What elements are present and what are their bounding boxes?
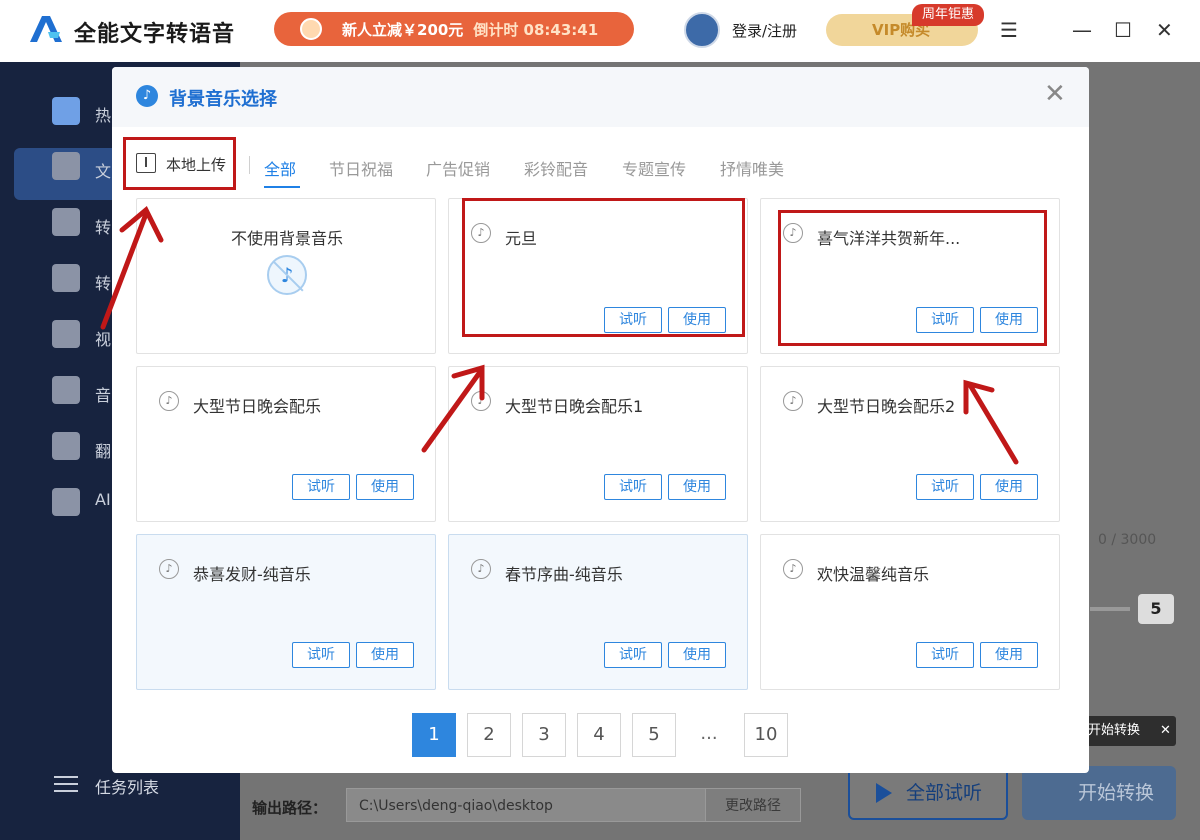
page-button[interactable]: 5 bbox=[632, 713, 676, 757]
app-titlebar: 全能文字转语音 新人立减￥200元 倒计时 08:43:41 登录/注册 VIP… bbox=[0, 0, 1200, 62]
sidebar-icon-ai[interactable] bbox=[52, 488, 80, 516]
dialog-header: ♪ 背景音乐选择 ✕ bbox=[112, 67, 1089, 127]
login-link[interactable]: 登录/注册 bbox=[732, 20, 797, 41]
tab-divider bbox=[249, 156, 250, 174]
annotation-box bbox=[462, 198, 745, 337]
change-path-button[interactable]: 更改路径 bbox=[705, 788, 801, 822]
use-button[interactable]: 使用 bbox=[356, 474, 414, 500]
task-list-icon bbox=[54, 776, 78, 792]
close-icon[interactable]: ✕ bbox=[1044, 79, 1066, 109]
sidebar-icon-video[interactable] bbox=[52, 320, 80, 348]
output-path-field[interactable]: C:\Users\deng-qiao\desktop bbox=[346, 788, 706, 822]
speed-slider[interactable] bbox=[1090, 607, 1130, 611]
tooltip-text: 开始转换 bbox=[1088, 723, 1141, 738]
sidebar-item-label[interactable]: AI bbox=[95, 490, 111, 509]
page-ellipsis: ... bbox=[700, 723, 718, 744]
tooltip-close-icon[interactable]: ✕ bbox=[1160, 716, 1171, 746]
tab-ringtone[interactable]: 彩铃配音 bbox=[524, 156, 588, 180]
annotation-box bbox=[123, 137, 236, 190]
no-music-icon: ♪ bbox=[267, 255, 307, 295]
sidebar-icon-translate[interactable] bbox=[52, 432, 80, 460]
music-note-icon: ♪ bbox=[471, 391, 491, 411]
preview-button[interactable]: 试听 bbox=[604, 642, 662, 668]
preview-all-label: 全部试听 bbox=[906, 782, 983, 804]
music-title: 春节序曲-纯音乐 bbox=[505, 565, 623, 584]
use-button[interactable]: 使用 bbox=[980, 474, 1038, 500]
sidebar-icon-audio[interactable] bbox=[52, 376, 80, 404]
sidebar-item-label[interactable]: 转 bbox=[95, 214, 111, 238]
app-name: 全能文字转语音 bbox=[74, 22, 236, 47]
preview-button[interactable]: 试听 bbox=[604, 474, 662, 500]
preview-button[interactable]: 试听 bbox=[916, 474, 974, 500]
page-button[interactable]: 10 bbox=[744, 713, 788, 757]
alarm-clock-icon bbox=[300, 18, 322, 40]
use-button[interactable]: 使用 bbox=[668, 642, 726, 668]
use-button[interactable]: 使用 bbox=[668, 474, 726, 500]
promo-text: 新人立减￥200元 bbox=[342, 20, 464, 39]
maximize-icon[interactable]: ☐ bbox=[1114, 18, 1132, 42]
sidebar-item-label[interactable]: 转 bbox=[95, 270, 111, 294]
no-music-card[interactable]: 不使用背景音乐 ♪ bbox=[136, 198, 436, 354]
start-convert-button[interactable]: 开始转换 bbox=[1022, 766, 1176, 820]
start-convert-label: 开始转换 bbox=[1078, 782, 1155, 804]
page-button[interactable]: 1 bbox=[412, 713, 456, 757]
char-counter: 0 / 3000 bbox=[1098, 532, 1157, 548]
background-music-dialog: ♪ 背景音乐选择 ✕ 本地上传 全部 节日祝福 广告促销 彩铃配音 专题宣传 抒… bbox=[112, 67, 1089, 773]
play-icon bbox=[876, 783, 892, 803]
user-avatar[interactable] bbox=[684, 12, 720, 48]
music-title: 欢快温馨纯音乐 bbox=[817, 565, 930, 584]
sidebar-icon-convert[interactable] bbox=[52, 208, 80, 236]
sidebar-item-label[interactable]: 文 bbox=[95, 158, 111, 182]
sidebar-icon-text[interactable] bbox=[52, 152, 80, 180]
menu-icon[interactable]: ☰ bbox=[1000, 18, 1018, 42]
sidebar-item-label[interactable]: 翻 bbox=[95, 438, 111, 462]
music-note-icon: ♪ bbox=[471, 559, 491, 579]
music-title: 大型节日晚会配乐1 bbox=[505, 397, 644, 416]
music-note-icon: ♪ bbox=[783, 559, 803, 579]
music-title: 大型节日晚会配乐 bbox=[193, 397, 322, 416]
sidebar-item-label[interactable]: 视 bbox=[95, 326, 111, 350]
use-button[interactable]: 使用 bbox=[980, 642, 1038, 668]
start-convert-tooltip: 开始转换 ✕ bbox=[1082, 716, 1176, 746]
close-window-icon[interactable]: ✕ bbox=[1156, 18, 1173, 42]
speed-value[interactable]: 5 bbox=[1138, 594, 1174, 624]
sidebar-item-label[interactable]: 音 bbox=[95, 382, 111, 406]
music-title: 大型节日晚会配乐2 bbox=[817, 397, 956, 416]
use-button[interactable]: 使用 bbox=[356, 642, 414, 668]
no-music-title: 不使用背景音乐 bbox=[230, 229, 343, 248]
tab-holiday[interactable]: 节日祝福 bbox=[329, 156, 393, 180]
promo-timer: 倒计时 08:43:41 bbox=[473, 20, 599, 39]
music-note-icon: ♪ bbox=[136, 85, 158, 107]
sidebar-icon-hot[interactable] bbox=[52, 97, 80, 125]
music-note-icon: ♪ bbox=[159, 559, 179, 579]
promo-banner[interactable]: 新人立减￥200元 倒计时 08:43:41 bbox=[274, 12, 634, 46]
preview-button[interactable]: 试听 bbox=[916, 642, 974, 668]
page-button[interactable]: 2 bbox=[467, 713, 511, 757]
sidebar-icon-convert-2[interactable] bbox=[52, 264, 80, 292]
page-button[interactable]: 4 bbox=[577, 713, 621, 757]
music-note-icon: ♪ bbox=[159, 391, 179, 411]
preview-button[interactable]: 试听 bbox=[292, 642, 350, 668]
annotation-box bbox=[778, 210, 1047, 346]
page-button[interactable]: 3 bbox=[522, 713, 566, 757]
app-logo-icon bbox=[30, 16, 62, 42]
dialog-title: 背景音乐选择 bbox=[169, 89, 277, 110]
vip-badge: 周年钜惠 bbox=[912, 4, 984, 26]
tab-all[interactable]: 全部 bbox=[264, 156, 296, 180]
music-note-icon: ♪ bbox=[783, 391, 803, 411]
output-path-label: 输出路径： bbox=[252, 799, 328, 817]
preview-all-button[interactable]: 全部试听 bbox=[848, 766, 1008, 820]
task-list-link[interactable]: 任务列表 bbox=[95, 774, 159, 798]
music-title: 恭喜发财-纯音乐 bbox=[193, 565, 311, 584]
preview-button[interactable]: 试听 bbox=[292, 474, 350, 500]
tab-lyrical[interactable]: 抒情唯美 bbox=[720, 156, 784, 180]
tab-topic[interactable]: 专题宣传 bbox=[622, 156, 686, 180]
minimize-icon[interactable]: — bbox=[1072, 18, 1092, 42]
active-tab-indicator bbox=[264, 186, 300, 188]
tab-promo[interactable]: 广告促销 bbox=[426, 156, 490, 180]
sidebar-item-label[interactable]: 热 bbox=[95, 102, 111, 126]
